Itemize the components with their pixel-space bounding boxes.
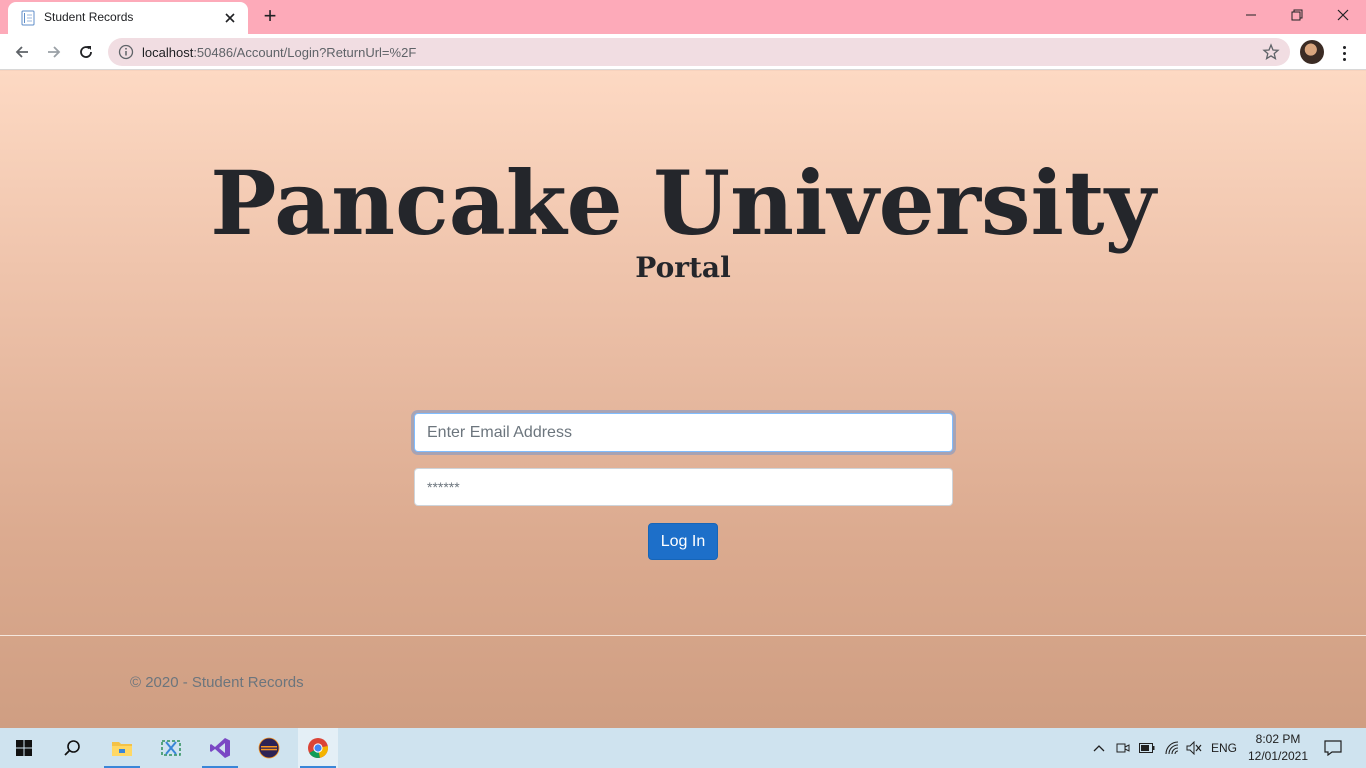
browser-tab[interactable]: Student Records (8, 2, 248, 34)
search-icon[interactable] (52, 728, 92, 768)
email-field[interactable] (414, 413, 953, 452)
meet-now-icon[interactable] (1112, 728, 1134, 768)
kebab-menu-icon[interactable] (1334, 42, 1354, 64)
restore-icon[interactable] (1274, 0, 1320, 30)
volume-muted-icon[interactable] (1183, 728, 1205, 768)
snipping-tool-icon[interactable] (151, 728, 191, 768)
system-clock[interactable]: 8:02 PM 12/01/2021 (1240, 731, 1316, 765)
close-tab-icon[interactable] (220, 8, 240, 28)
footer-copyright: © 2020 - Student Records (130, 674, 304, 691)
login-page: Pancake University Portal Log In © 2020 … (0, 71, 1366, 728)
file-explorer-icon[interactable] (102, 728, 142, 768)
clock-date: 12/01/2021 (1247, 749, 1309, 763)
tab-title: Student Records (44, 10, 134, 24)
new-tab-icon[interactable]: + (258, 4, 282, 30)
close-window-icon[interactable] (1320, 0, 1366, 30)
windows-taskbar: ENG 8:02 PM 12/01/2021 (0, 728, 1366, 768)
language-indicator[interactable]: ENG (1207, 728, 1241, 768)
start-icon[interactable] (4, 728, 44, 768)
url-path: :50486/Account/Login?ReturnUrl=%2F (193, 45, 417, 60)
minimize-icon[interactable] (1228, 0, 1274, 30)
star-icon[interactable] (1262, 43, 1280, 61)
login-button[interactable]: Log In (648, 523, 718, 560)
chevron-up-icon[interactable] (1088, 728, 1110, 768)
password-field[interactable] (414, 468, 953, 506)
page-title: Pancake University (210, 151, 1156, 255)
wifi-icon[interactable] (1161, 728, 1183, 768)
page-favicon-icon (20, 10, 36, 26)
footer-divider (0, 635, 1366, 636)
browser-toolbar: localhost:50486/Account/Login?ReturnUrl=… (0, 34, 1366, 70)
url-text: localhost:50486/Account/Login?ReturnUrl=… (142, 45, 416, 60)
eclipse-icon[interactable] (249, 728, 289, 768)
arrow-right-icon[interactable] (40, 39, 68, 65)
tab-strip: Student Records + (0, 0, 1366, 34)
notifications-icon[interactable] (1320, 728, 1346, 768)
visual-studio-icon[interactable] (200, 728, 240, 768)
address-bar[interactable]: localhost:50486/Account/Login?ReturnUrl=… (108, 38, 1290, 66)
battery-icon[interactable] (1136, 728, 1158, 768)
arrow-left-icon[interactable] (8, 39, 36, 65)
page-subtitle: Portal (635, 251, 731, 284)
profile-avatar[interactable] (1300, 40, 1324, 64)
info-icon[interactable] (118, 44, 134, 60)
chrome-icon[interactable] (298, 728, 338, 768)
reload-icon[interactable] (72, 39, 100, 65)
clock-time: 8:02 PM (1255, 732, 1301, 746)
url-host: localhost (142, 45, 194, 60)
